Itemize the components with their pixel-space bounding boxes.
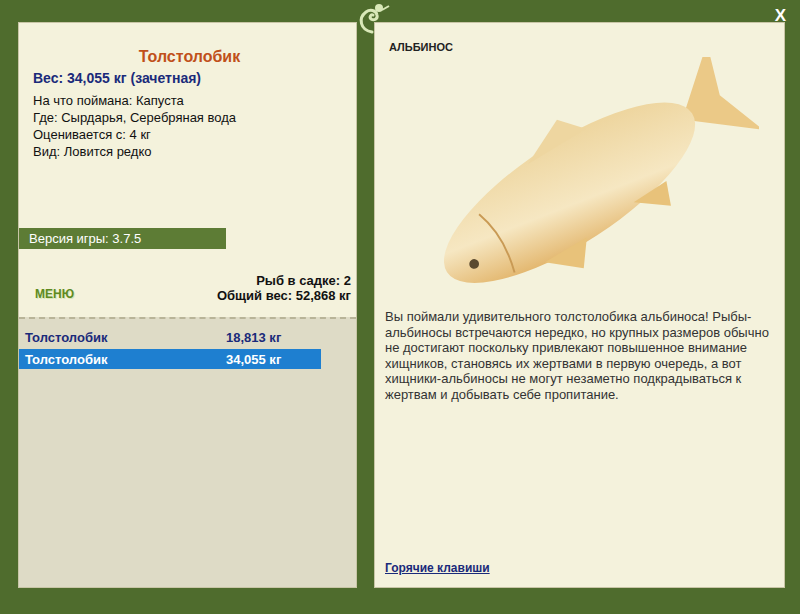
- fish-weight: Вес: 34,055 кг (зачетная): [33, 70, 346, 86]
- preview-panel: АЛЬБИНОС Вы поймали удивительного толстол…: [374, 22, 785, 588]
- catch-row[interactable]: Толстолобик34,055 кг: [19, 349, 321, 369]
- fish-info: Толстолобик Вес: 34,055 кг (зачетная) На ч…: [19, 23, 356, 208]
- total-weight: Общий вес: 52,868 кг: [217, 288, 351, 303]
- albino-tag: АЛЬБИНОС: [389, 41, 774, 53]
- catch-row[interactable]: Толстолобик18,813 кг: [19, 327, 321, 347]
- fish-description: Вы поймали удивительного толстолобика ал…: [385, 309, 774, 402]
- fish-detail: Оценивается с: 4 кг: [33, 126, 346, 143]
- menu-button[interactable]: МЕНЮ: [35, 287, 74, 303]
- close-button[interactable]: X: [771, 4, 790, 28]
- catch-list: Толстолобик18,813 кгТолстолобик34,055 кг: [19, 317, 356, 587]
- fish-detail: Вид: Ловится редко: [33, 143, 346, 160]
- lizard-logo-icon: [352, 2, 392, 36]
- fish-image-icon: [389, 57, 759, 287]
- fish-detail: На что поймана: Капуста: [33, 92, 346, 109]
- keepnet-summary: МЕНЮ Рыб в садке: 2Общий вес: 52,868 кг: [19, 273, 356, 317]
- hotkeys-link[interactable]: Горячие клавиши: [385, 561, 774, 575]
- fish-info-window: X Толстолобик Вес: 34,055 кг (зачетная) На …: [0, 0, 800, 614]
- fish-count: Рыб в садке: 2: [217, 273, 351, 288]
- fish-detail: Где: Сырдарья, Серебряная вода: [33, 109, 346, 126]
- version-bar: Версия игры: 3.7.5: [19, 228, 226, 249]
- fish-name: Толстолобик: [33, 48, 346, 66]
- catch-panel: Толстолобик Вес: 34,055 кг (зачетная) На ч…: [18, 22, 357, 588]
